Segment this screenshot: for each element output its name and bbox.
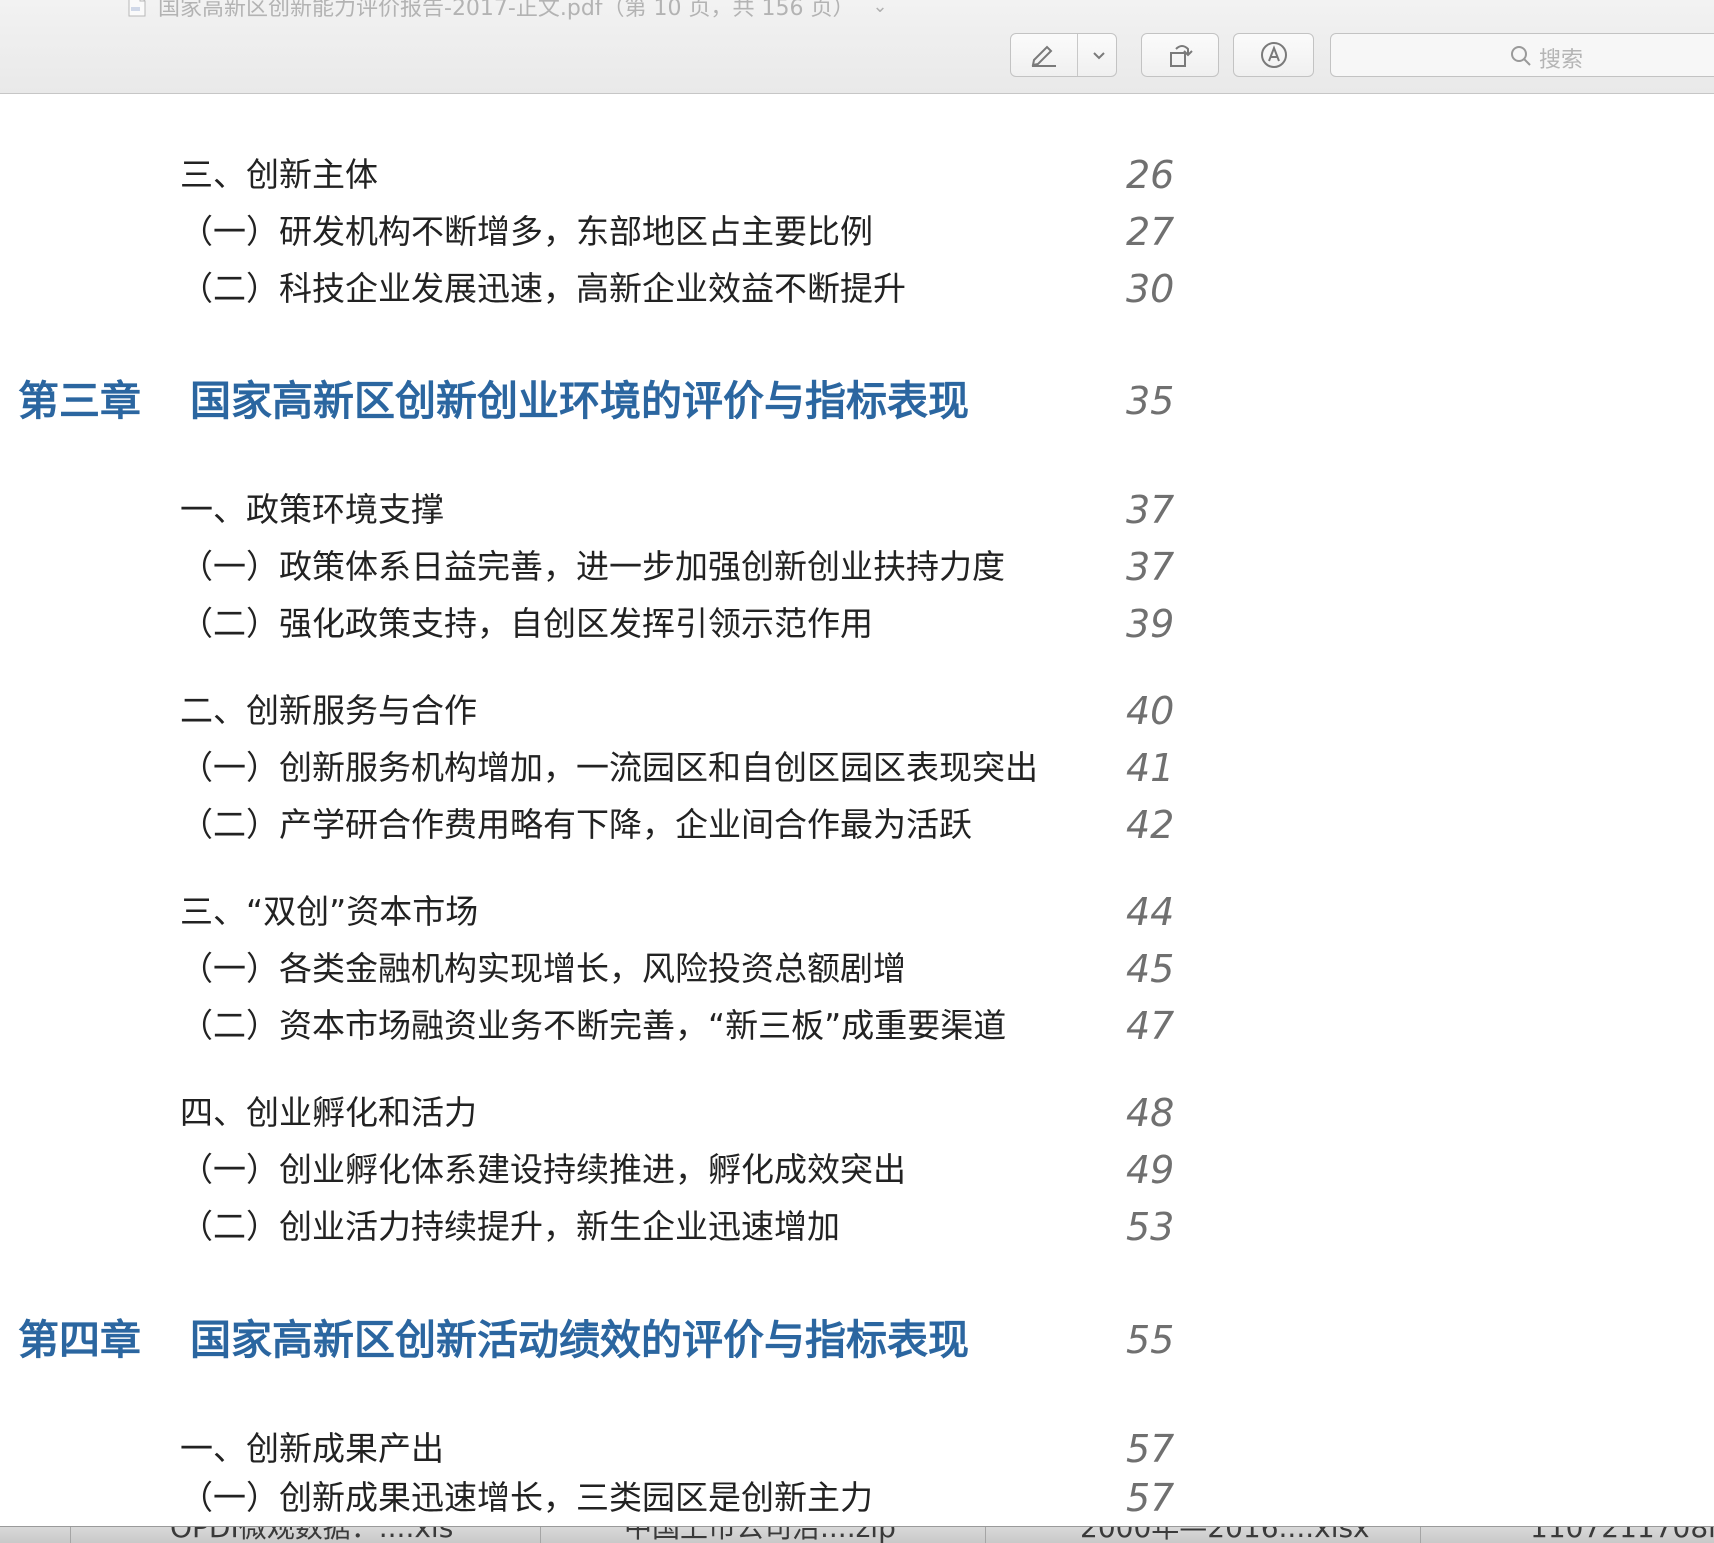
toc-section-title: 三、“双创”资本市场 [180, 892, 479, 931]
toc-page-number: 39 [1126, 602, 1175, 646]
toc-page-number: 48 [1126, 1091, 1175, 1135]
toc-page-number: 37 [1126, 488, 1175, 532]
toc-page-number: 40 [1126, 689, 1175, 733]
toc-subsection-line[interactable]: （二）科技企业发展迅速，高新企业效益不断提升 30 [0, 265, 1714, 315]
pdf-document-icon [128, 0, 146, 17]
toc-page-number: 49 [1126, 1148, 1175, 1192]
toc-subsection-title: （二）产学研合作费用略有下降，企业间合作最为活跃 [180, 805, 972, 844]
toc-page-number: 47 [1126, 1004, 1175, 1048]
toc-subsection-title: （二）强化政策支持，自创区发挥引领示范作用 [180, 604, 873, 643]
markup-toolbar-button[interactable] [1010, 33, 1117, 77]
toc-section-line[interactable]: 一、政策环境支撑 37 [0, 486, 1714, 536]
rotate-button[interactable] [1141, 33, 1219, 77]
toc-subsection-title: （一）政策体系日益完善，进一步加强创新创业扶持力度 [180, 547, 1005, 586]
rotate-icon [1170, 45, 1193, 67]
download-item[interactable]: 1107211708mi [1530, 1527, 1714, 1543]
toc-subsection-line[interactable]: （一）政策体系日益完善，进一步加强创新创业扶持力度 37 [0, 543, 1714, 593]
toc-subsection-title: （一）创新服务机构增加，一流园区和自创区园区表现突出 [180, 748, 1038, 787]
window-title-bar[interactable]: 国家高新区创新能力评价报告-2017-正文.pdf（第 10 页，共 156 页… [128, 0, 888, 21]
toc-page-number: 42 [1126, 803, 1175, 847]
toc-subsection-line[interactable]: （二）产学研合作费用略有下降，企业间合作最为活跃 42 [0, 801, 1714, 851]
toc-subsection-line[interactable]: （二）资本市场融资业务不断完善，“新三板”成重要渠道 47 [0, 1002, 1714, 1052]
toc-section-line[interactable]: 三、创新主体 26 [0, 151, 1714, 201]
toc-section-line[interactable]: 一、创新成果产出 57 [0, 1425, 1714, 1475]
toc-subsection-line[interactable]: （一）创新服务机构增加，一流园区和自创区园区表现突出 41 [0, 744, 1714, 794]
search-input[interactable]: 搜索 [1330, 33, 1714, 77]
download-item[interactable]: 2000年—2016....xlsx [1080, 1527, 1370, 1543]
annotate-button[interactable] [1233, 33, 1314, 77]
search-placeholder: 搜索 [1539, 48, 1584, 73]
toc-subsection-line[interactable]: （一）各类金融机构实现增长，风险投资总额剧增 45 [0, 945, 1714, 995]
search-icon [1511, 46, 1531, 66]
toc-section-title: 一、政策环境支撑 [180, 490, 444, 529]
toc-chapter-number: 第四章 [18, 1316, 141, 1364]
toc-page-number: 57 [1126, 1427, 1175, 1471]
downloads-bar: OPDI微观数据：....xls 中国上市公司治....zip 2000年—20… [0, 1526, 1714, 1543]
toc-subsection-title: （二）创业活力持续提升，新生企业迅速增加 [180, 1207, 840, 1246]
pdf-page: 三、创新主体 26 （一）研发机构不断增多，东部地区占主要比例 27 （二）科技… [0, 94, 1714, 1526]
toc-subsection-line[interactable]: （二）创业活力持续提升，新生企业迅速增加 53 [0, 1203, 1714, 1253]
download-item[interactable]: 中国上市公司治....zip [624, 1527, 896, 1543]
toc-page-number: 27 [1126, 210, 1175, 254]
toc-section-title: 三、创新主体 [180, 155, 378, 194]
toc-page-number: 53 [1126, 1205, 1175, 1249]
toc-page-number: 26 [1126, 153, 1175, 197]
toc-section-line[interactable]: 三、“双创”资本市场 44 [0, 888, 1714, 938]
toc-page-number: 37 [1126, 545, 1175, 589]
toc-page-number: 35 [1126, 379, 1175, 423]
toc-section-title: 一、创新成果产出 [180, 1429, 444, 1468]
toc-page-number: 30 [1126, 267, 1175, 311]
chevron-down-icon[interactable]: ⌄ [873, 0, 888, 17]
toc-section-title: 四、创业孵化和活力 [180, 1093, 477, 1132]
toc-subsection-title: （一）研发机构不断增多，东部地区占主要比例 [180, 212, 873, 251]
toc-subsection-line[interactable]: （一）创业孵化体系建设持续推进，孵化成效突出 49 [0, 1146, 1714, 1196]
toc-chapter-title: 国家高新区创新创业环境的评价与指标表现 [190, 377, 969, 425]
toc-chapter-line[interactable]: 第四章 国家高新区创新活动绩效的评价与指标表现 55 [0, 1316, 1714, 1366]
download-item[interactable]: OPDI微观数据：....xls [170, 1527, 453, 1543]
toc-subsection-title: （一）创新成果迅速增长，三类园区是创新主力 [180, 1478, 873, 1517]
toc-subsection-title: （一）创业孵化体系建设持续推进，孵化成效突出 [180, 1150, 906, 1189]
window-title: 国家高新区创新能力评价报告-2017-正文.pdf（第 10 页，共 156 页… [158, 0, 855, 21]
chevron-down-icon[interactable] [1091, 50, 1107, 62]
toc-page-number: 41 [1126, 746, 1175, 790]
pen-icon [1031, 45, 1056, 67]
toc-page-number: 57 [1126, 1476, 1175, 1520]
markup-circle-icon [1261, 42, 1287, 68]
toc-chapter-number: 第三章 [18, 377, 141, 425]
toc-subsection-line[interactable]: （一）创新成果迅速增长，三类园区是创新主力 57 [0, 1474, 1714, 1524]
toc-subsection-line[interactable]: （二）强化政策支持，自创区发挥引领示范作用 39 [0, 600, 1714, 650]
toc-page-number: 55 [1126, 1318, 1175, 1362]
viewer-toolbar: 国家高新区创新能力评价报告-2017-正文.pdf（第 10 页，共 156 页… [0, 0, 1714, 94]
toc-subsection-title: （二）资本市场融资业务不断完善，“新三板”成重要渠道 [180, 1006, 1007, 1045]
toc-chapter-line[interactable]: 第三章 国家高新区创新创业环境的评价与指标表现 35 [0, 377, 1714, 427]
toc-subsection-line[interactable]: （一）研发机构不断增多，东部地区占主要比例 27 [0, 208, 1714, 258]
toc-subsection-title: （二）科技企业发展迅速，高新企业效益不断提升 [180, 269, 906, 308]
toc-section-title: 二、创新服务与合作 [180, 691, 477, 730]
toc-subsection-title: （一）各类金融机构实现增长，风险投资总额剧增 [180, 949, 906, 988]
toc-chapter-title: 国家高新区创新活动绩效的评价与指标表现 [190, 1316, 969, 1364]
toc-section-line[interactable]: 二、创新服务与合作 40 [0, 687, 1714, 737]
toc-section-line[interactable]: 四、创业孵化和活力 48 [0, 1089, 1714, 1139]
toc-page-number: 44 [1126, 890, 1175, 934]
toc-page-number: 45 [1126, 947, 1175, 991]
